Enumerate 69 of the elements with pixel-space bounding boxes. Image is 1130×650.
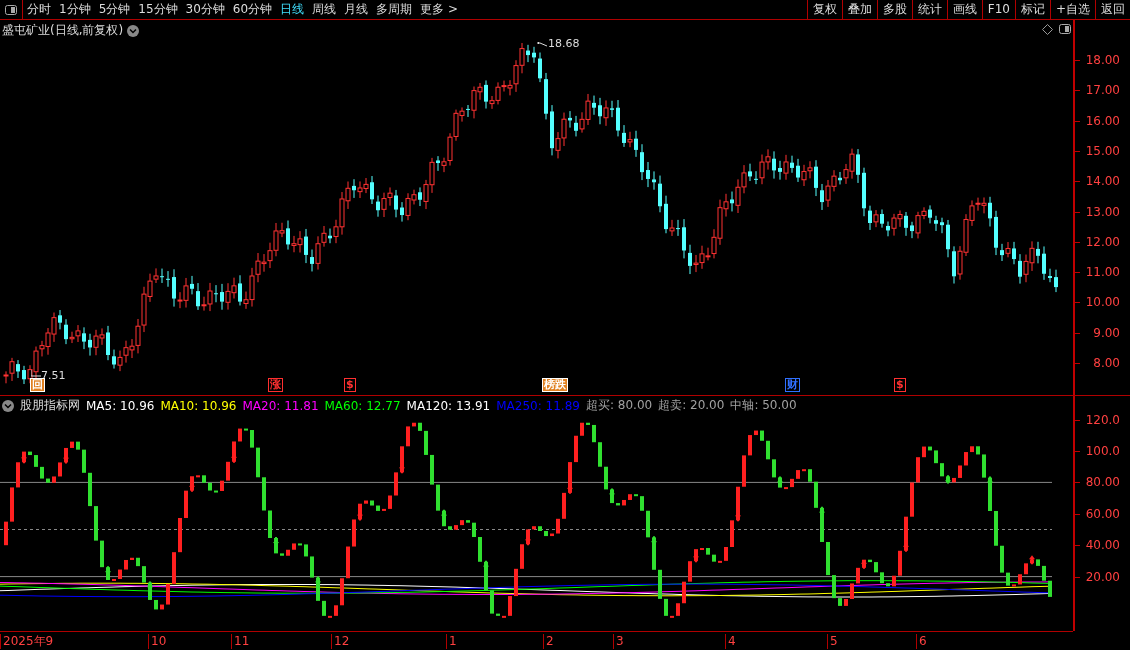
indicator-value: 中轴: 50.00 xyxy=(730,397,797,414)
event-marker[interactable]: 财 xyxy=(785,378,800,392)
axis-label: 15.00 xyxy=(1085,143,1120,158)
dropdown-icon[interactable] xyxy=(127,24,140,37)
event-marker[interactable]: $ xyxy=(894,378,906,392)
toolbar-button[interactable]: 画线 xyxy=(946,0,982,19)
axis-label: 8.00 xyxy=(1093,356,1120,370)
axis-label: 18.00 xyxy=(1085,53,1120,67)
period-tab[interactable]: 更多 > xyxy=(416,0,462,19)
axis-label: 60.00 xyxy=(1085,506,1120,521)
axis-label: 100.0 xyxy=(1085,444,1120,458)
period-tab[interactable]: 月线 xyxy=(340,0,373,19)
date-label: 1 xyxy=(446,634,457,649)
period-tab[interactable]: 15分钟 xyxy=(134,0,182,19)
date-label: 10 xyxy=(148,634,167,649)
date-label: 5 xyxy=(827,634,838,649)
date-label: 2 xyxy=(543,634,554,649)
axis-label: 17.00 xyxy=(1085,83,1120,98)
toolbar-button[interactable]: 标记 xyxy=(1014,0,1050,19)
dropdown-icon[interactable] xyxy=(2,399,14,412)
period-tab[interactable]: 60分钟 xyxy=(228,0,277,19)
axis-label: 120.0 xyxy=(1085,412,1120,427)
period-tab[interactable]: 多周期 xyxy=(372,0,417,19)
toolbar-button[interactable]: 叠加 xyxy=(841,0,877,19)
date-label: 12 xyxy=(331,634,350,649)
period-tab[interactable]: 分时 xyxy=(23,0,55,19)
diamond-icon[interactable] xyxy=(1042,24,1053,35)
axis-label: 80.00 xyxy=(1085,475,1120,490)
chart-title: 盛屯矿业(日线,前复权) xyxy=(2,22,124,39)
event-marker[interactable]: 涨 xyxy=(268,378,283,392)
date-label: 11 xyxy=(231,634,250,649)
indicator-value: MA5: 10.96 xyxy=(86,398,155,413)
toolbar-button[interactable]: 多股 xyxy=(876,0,912,19)
toolbar-button[interactable]: 统计 xyxy=(911,0,947,19)
toolbar-button[interactable]: 返回 xyxy=(1095,0,1130,19)
indicator-value: MA20: 11.81 xyxy=(242,398,319,413)
indicator-value: MA10: 10.96 xyxy=(160,398,237,413)
axis-label: 16.00 xyxy=(1085,113,1120,128)
indicator-name: 股朋指标网 xyxy=(20,397,80,414)
period-tab[interactable]: 5分钟 xyxy=(94,0,135,19)
panel-toggle-icon[interactable] xyxy=(5,4,17,15)
axis-label: 12.00 xyxy=(1085,234,1120,249)
toolbar-button[interactable]: F10 xyxy=(981,0,1015,19)
axis-label: 40.00 xyxy=(1085,538,1120,553)
indicator-value: 超买: 80.00 xyxy=(585,397,653,414)
axis-label: 11.00 xyxy=(1085,265,1120,280)
axis-label: 9.00 xyxy=(1093,325,1120,340)
axis-label: 13.00 xyxy=(1085,204,1120,219)
period-tab[interactable]: 30分钟 xyxy=(181,0,229,19)
date-label: 2025年9 xyxy=(0,634,54,649)
indicator-value: MA60: 12.77 xyxy=(324,398,401,413)
toolbar-button[interactable]: 复权 xyxy=(806,0,842,19)
indicator-value: MA250: 11.89 xyxy=(496,398,580,413)
date-label: 6 xyxy=(916,634,927,649)
date-label: 3 xyxy=(613,634,624,649)
indicator-value: MA120: 13.91 xyxy=(406,398,491,413)
axis-label: 20.00 xyxy=(1085,569,1120,584)
panel-toggle-icon[interactable] xyxy=(1059,24,1071,34)
high-price-label: 18.68 xyxy=(548,37,580,50)
period-tab[interactable]: 1分钟 xyxy=(55,0,95,19)
event-marker[interactable]: $ xyxy=(344,378,356,392)
axis-label: 10.00 xyxy=(1085,295,1120,310)
period-tab[interactable]: 日线 xyxy=(276,0,309,19)
toolbar-button[interactable]: +自选 xyxy=(1049,0,1095,19)
axis-label: 14.00 xyxy=(1085,174,1120,189)
indicator-value: 超卖: 20.00 xyxy=(658,397,725,414)
pointer-icon xyxy=(31,369,41,377)
period-tab[interactable]: 周线 xyxy=(308,0,341,19)
date-label: 4 xyxy=(725,634,736,649)
